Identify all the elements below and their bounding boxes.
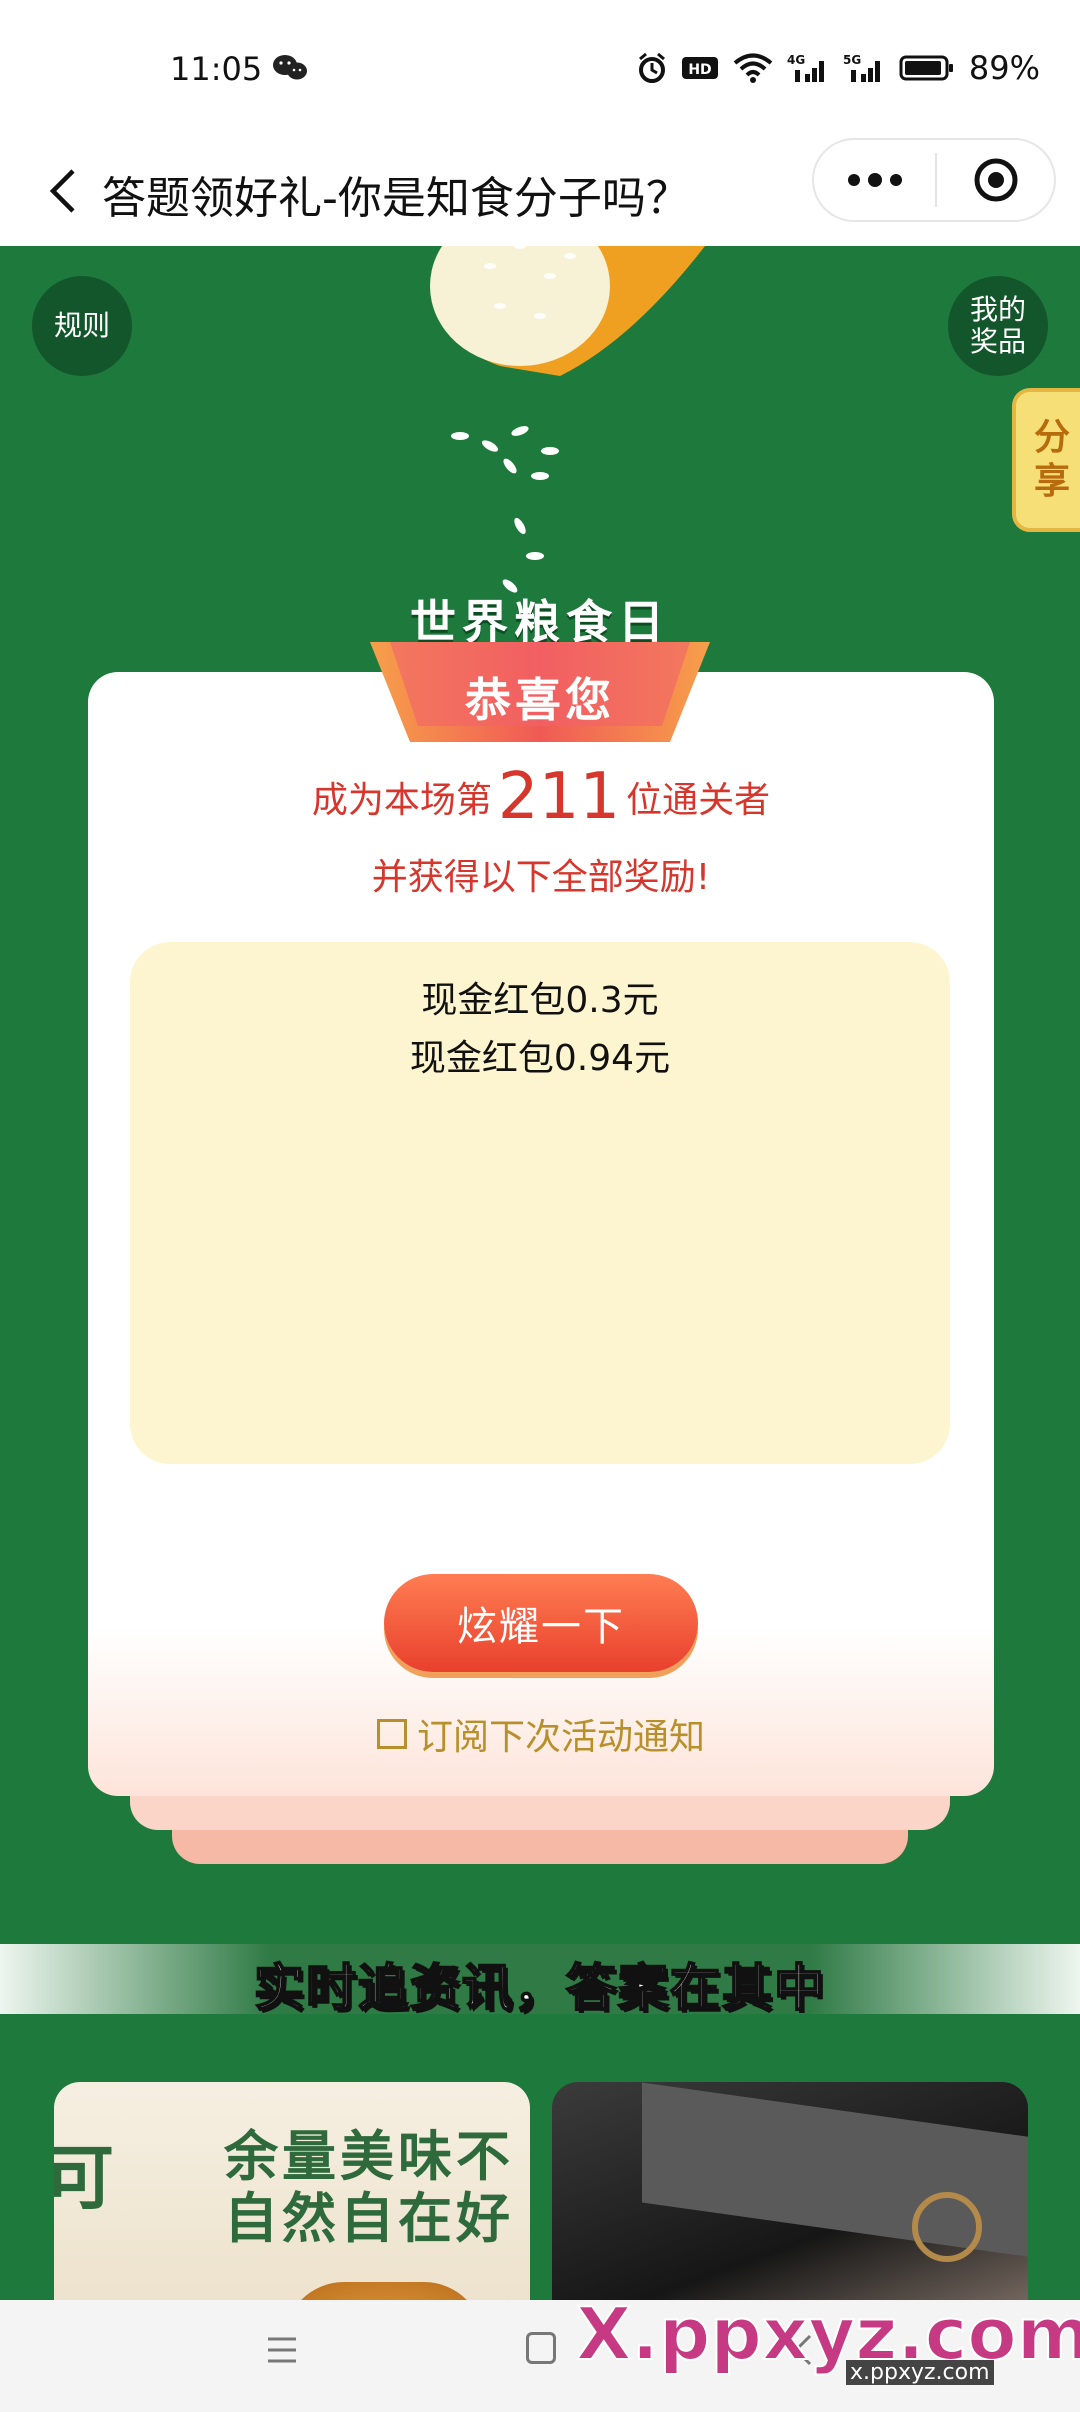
more-dot-icon (847, 174, 860, 186)
wechat-icon (273, 55, 307, 80)
svg-text:4G: 4G (787, 53, 805, 67)
svg-text:HD: HD (688, 62, 711, 78)
home-icon[interactable] (526, 2332, 556, 2364)
share-button[interactable]: 分 享 (1012, 388, 1080, 532)
battery-icon (899, 55, 953, 81)
watermark-sub: x.ppxyz.com (846, 2360, 994, 2385)
nav-bar: 答题领好礼-你是知食分子吗？ (0, 138, 1080, 246)
more-button[interactable] (814, 140, 935, 220)
prizes-label-line1: 我的 (969, 293, 1026, 326)
rules-label: 规则 (53, 309, 110, 342)
prizes-label-line2: 奖品 (969, 325, 1026, 358)
status-bar: 11:05 HD 4G 5G 89% (0, 0, 1080, 138)
svg-text:5G: 5G (843, 53, 861, 67)
subscribe-label: 订阅下次活动通知 (416, 1717, 705, 1758)
close-miniprogram-button[interactable] (937, 140, 1054, 220)
page-title: 答题领好礼-你是知食分子吗？ (102, 173, 690, 224)
my-prizes-button[interactable]: 我的 奖品 (948, 276, 1048, 376)
watermark-logo: X.ppxyz.com (575, 2291, 1080, 2377)
hd2-icon: HD (681, 57, 718, 79)
share-label-line1: 分 (1033, 417, 1070, 458)
battery-percent: 89% (968, 49, 1040, 87)
wifi-icon (733, 53, 773, 83)
menu-icon[interactable] (262, 2330, 302, 2370)
more-dot-icon (867, 173, 882, 187)
status-time: 11:05 (170, 50, 263, 88)
reward-intro: 并获得以下全部奖励! (371, 857, 711, 898)
rewards-list: 现金红包0.3元 现金红包0.94元 (130, 942, 950, 1464)
rank-prefix: 成为本场第 (311, 780, 492, 821)
reward-item: 现金红包0.94元 (409, 1038, 671, 1079)
target-close-icon (974, 158, 1017, 202)
more-dot-icon (889, 174, 902, 186)
chevron-left-icon (49, 169, 75, 213)
rank-suffix: 位通关者 (626, 780, 771, 821)
lamp-image (912, 2192, 982, 2262)
thumb-left-text-0: 可 (54, 2137, 114, 2219)
show-off-button[interactable]: 炫耀一下 (384, 1574, 698, 1672)
back-button[interactable] (30, 158, 96, 224)
mini-program-capsule (812, 138, 1056, 222)
rank-number: 211 (497, 760, 621, 834)
rules-button[interactable]: 规则 (32, 276, 132, 376)
alarm-icon (638, 52, 665, 83)
share-label-line2: 享 (1033, 461, 1070, 502)
subscribe-checkbox[interactable] (376, 1719, 407, 1749)
status-icons: HD 4G 5G 89% (637, 48, 1040, 88)
rice-spoon-icon (430, 246, 705, 376)
congrats-title: 恭喜您 (465, 673, 615, 727)
news-banner-title: 实时追资讯，答案在其中 (253, 1958, 826, 2018)
rank-line: 成为本场第211 位通关者 (88, 760, 994, 834)
subscribe-toggle[interactable]: 订阅下次活动通知 (88, 1708, 994, 1760)
signal-4g-icon: 4G (787, 53, 824, 82)
thumb-left-text-2: 自然自在好 (224, 2187, 514, 2250)
signal-5g-icon: 5G (843, 53, 880, 82)
reward-item: 现金红包0.3元 (421, 980, 659, 1021)
